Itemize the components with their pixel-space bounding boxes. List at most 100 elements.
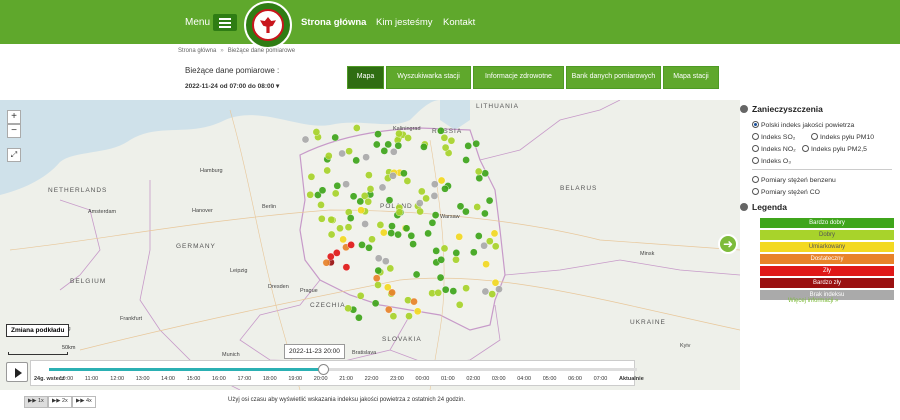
station-marker[interactable] [322, 258, 331, 267]
station-marker[interactable] [301, 135, 310, 144]
timeline-handle[interactable] [317, 364, 329, 375]
station-marker[interactable] [437, 255, 446, 264]
station-marker[interactable] [481, 287, 490, 296]
station-marker[interactable] [385, 196, 394, 204]
station-marker[interactable] [455, 232, 464, 241]
timeline-tick-label[interactable]: 23:00 [390, 376, 404, 382]
nav-about[interactable]: Kim jesteśmy [376, 17, 432, 28]
station-marker[interactable] [437, 126, 445, 135]
station-marker[interactable] [430, 192, 439, 200]
radio-no2[interactable]: Indeks NO₂ [752, 145, 796, 153]
station-marker[interactable] [331, 189, 340, 198]
station-marker[interactable] [344, 304, 352, 313]
timeline-tick-label[interactable]: Aktualnie [619, 376, 644, 382]
switch-basemap-button[interactable]: Zmiana podkładu [6, 324, 70, 337]
nav-home[interactable]: Strona główna [301, 17, 366, 28]
pollution-heading[interactable]: Zanieczyszczenia [740, 104, 823, 114]
station-marker[interactable] [374, 266, 383, 275]
station-marker[interactable] [462, 156, 470, 164]
station-marker[interactable] [381, 257, 390, 265]
station-marker[interactable] [345, 147, 353, 156]
station-marker[interactable] [407, 231, 416, 240]
station-marker[interactable] [374, 281, 382, 289]
radio-co[interactable]: Pomiary stężeń CO [752, 188, 820, 196]
station-marker[interactable] [352, 156, 361, 165]
station-marker[interactable] [347, 241, 355, 249]
station-marker[interactable] [488, 290, 497, 298]
station-marker[interactable] [342, 263, 351, 271]
station-marker[interactable] [394, 230, 402, 239]
station-marker[interactable] [462, 207, 470, 216]
station-marker[interactable] [355, 313, 363, 322]
station-marker[interactable] [474, 167, 483, 176]
station-marker[interactable] [430, 180, 439, 188]
timeline-slider[interactable]: 24g. wstecz 10:00 11:00 12:00 13:00 14:00 15:0… [30, 360, 644, 386]
station-marker[interactable] [481, 209, 489, 218]
timeline-tick-label[interactable]: 18:00 [263, 376, 277, 382]
breadcrumb-home[interactable]: Strona główna [178, 48, 216, 54]
station-marker[interactable] [412, 270, 421, 279]
tab-health-info[interactable]: Informacje zdrowotne [473, 66, 564, 89]
station-marker[interactable] [395, 129, 403, 138]
station-marker[interactable] [409, 240, 417, 248]
station-marker[interactable] [324, 152, 333, 160]
station-marker[interactable] [358, 241, 366, 249]
timeline-tick-label[interactable]: 07:00 [594, 376, 608, 382]
station-marker[interactable] [374, 254, 383, 263]
station-marker[interactable] [386, 264, 395, 273]
timeline-tick-label[interactable]: 05:00 [543, 376, 557, 382]
station-marker[interactable] [437, 176, 446, 185]
tab-data-bank[interactable]: Bank danych pomiarowych [566, 66, 661, 89]
station-marker[interactable] [352, 124, 361, 132]
station-marker[interactable] [365, 243, 373, 252]
station-marker[interactable] [327, 215, 336, 224]
station-marker[interactable] [420, 143, 428, 151]
station-marker[interactable] [379, 228, 388, 237]
speed-1x-button[interactable]: ▶▶ 1x [24, 396, 48, 408]
menu-label[interactable]: Menu [185, 17, 210, 28]
station-marker[interactable] [356, 291, 365, 300]
speed-2x-button[interactable]: ▶▶ 2x [48, 396, 72, 408]
station-marker[interactable] [323, 166, 332, 175]
timeline-tick-label[interactable]: 16:00 [212, 376, 226, 382]
timeline-tick-label[interactable]: 02:00 [466, 376, 480, 382]
station-marker[interactable] [452, 249, 461, 257]
station-marker[interactable] [417, 187, 426, 196]
station-marker[interactable] [384, 140, 393, 149]
station-marker[interactable] [474, 232, 483, 240]
more-info-link[interactable]: Więcej informacji » [788, 298, 838, 304]
station-marker[interactable] [364, 197, 373, 206]
station-marker[interactable] [416, 207, 424, 216]
radio-pm25[interactable]: Indeks pyłu PM2,5 [802, 145, 867, 153]
station-marker[interactable] [376, 221, 385, 229]
station-marker[interactable] [374, 130, 382, 138]
timeline-tick-label[interactable]: 00:00 [416, 376, 430, 382]
station-marker[interactable] [371, 299, 380, 308]
air-quality-map[interactable]: LITHUANIARUSSIAKaliningradBELARUSPOLANDW… [0, 100, 740, 390]
station-marker[interactable] [344, 223, 353, 231]
station-marker[interactable] [349, 192, 358, 201]
station-marker[interactable] [441, 143, 450, 152]
station-marker[interactable] [356, 197, 365, 206]
timeline-tick-label[interactable]: 10:00 [59, 376, 73, 382]
station-marker[interactable] [394, 141, 403, 150]
station-marker[interactable] [372, 274, 381, 282]
station-marker[interactable] [491, 278, 500, 287]
station-marker[interactable] [317, 201, 325, 209]
station-marker[interactable] [333, 182, 342, 190]
radio-polish-index[interactable]: Polski indeks jakości powietrza [752, 121, 854, 129]
timeline-tick-label[interactable]: 11:00 [85, 376, 98, 382]
station-marker[interactable] [431, 211, 440, 219]
station-marker[interactable] [469, 248, 478, 257]
station-marker[interactable] [389, 312, 398, 320]
station-marker[interactable] [318, 186, 327, 195]
station-marker[interactable] [415, 199, 424, 207]
expand-icon[interactable]: ⤢ [7, 148, 21, 162]
timeline-tick-label[interactable]: 03:00 [492, 376, 506, 382]
station-marker[interactable] [402, 224, 411, 233]
station-marker[interactable] [368, 235, 376, 244]
station-marker[interactable] [357, 206, 365, 214]
menu-hamburger-icon[interactable] [213, 14, 237, 31]
timeline-tick-label[interactable]: 14:00 [161, 376, 175, 382]
station-marker[interactable] [424, 229, 432, 238]
